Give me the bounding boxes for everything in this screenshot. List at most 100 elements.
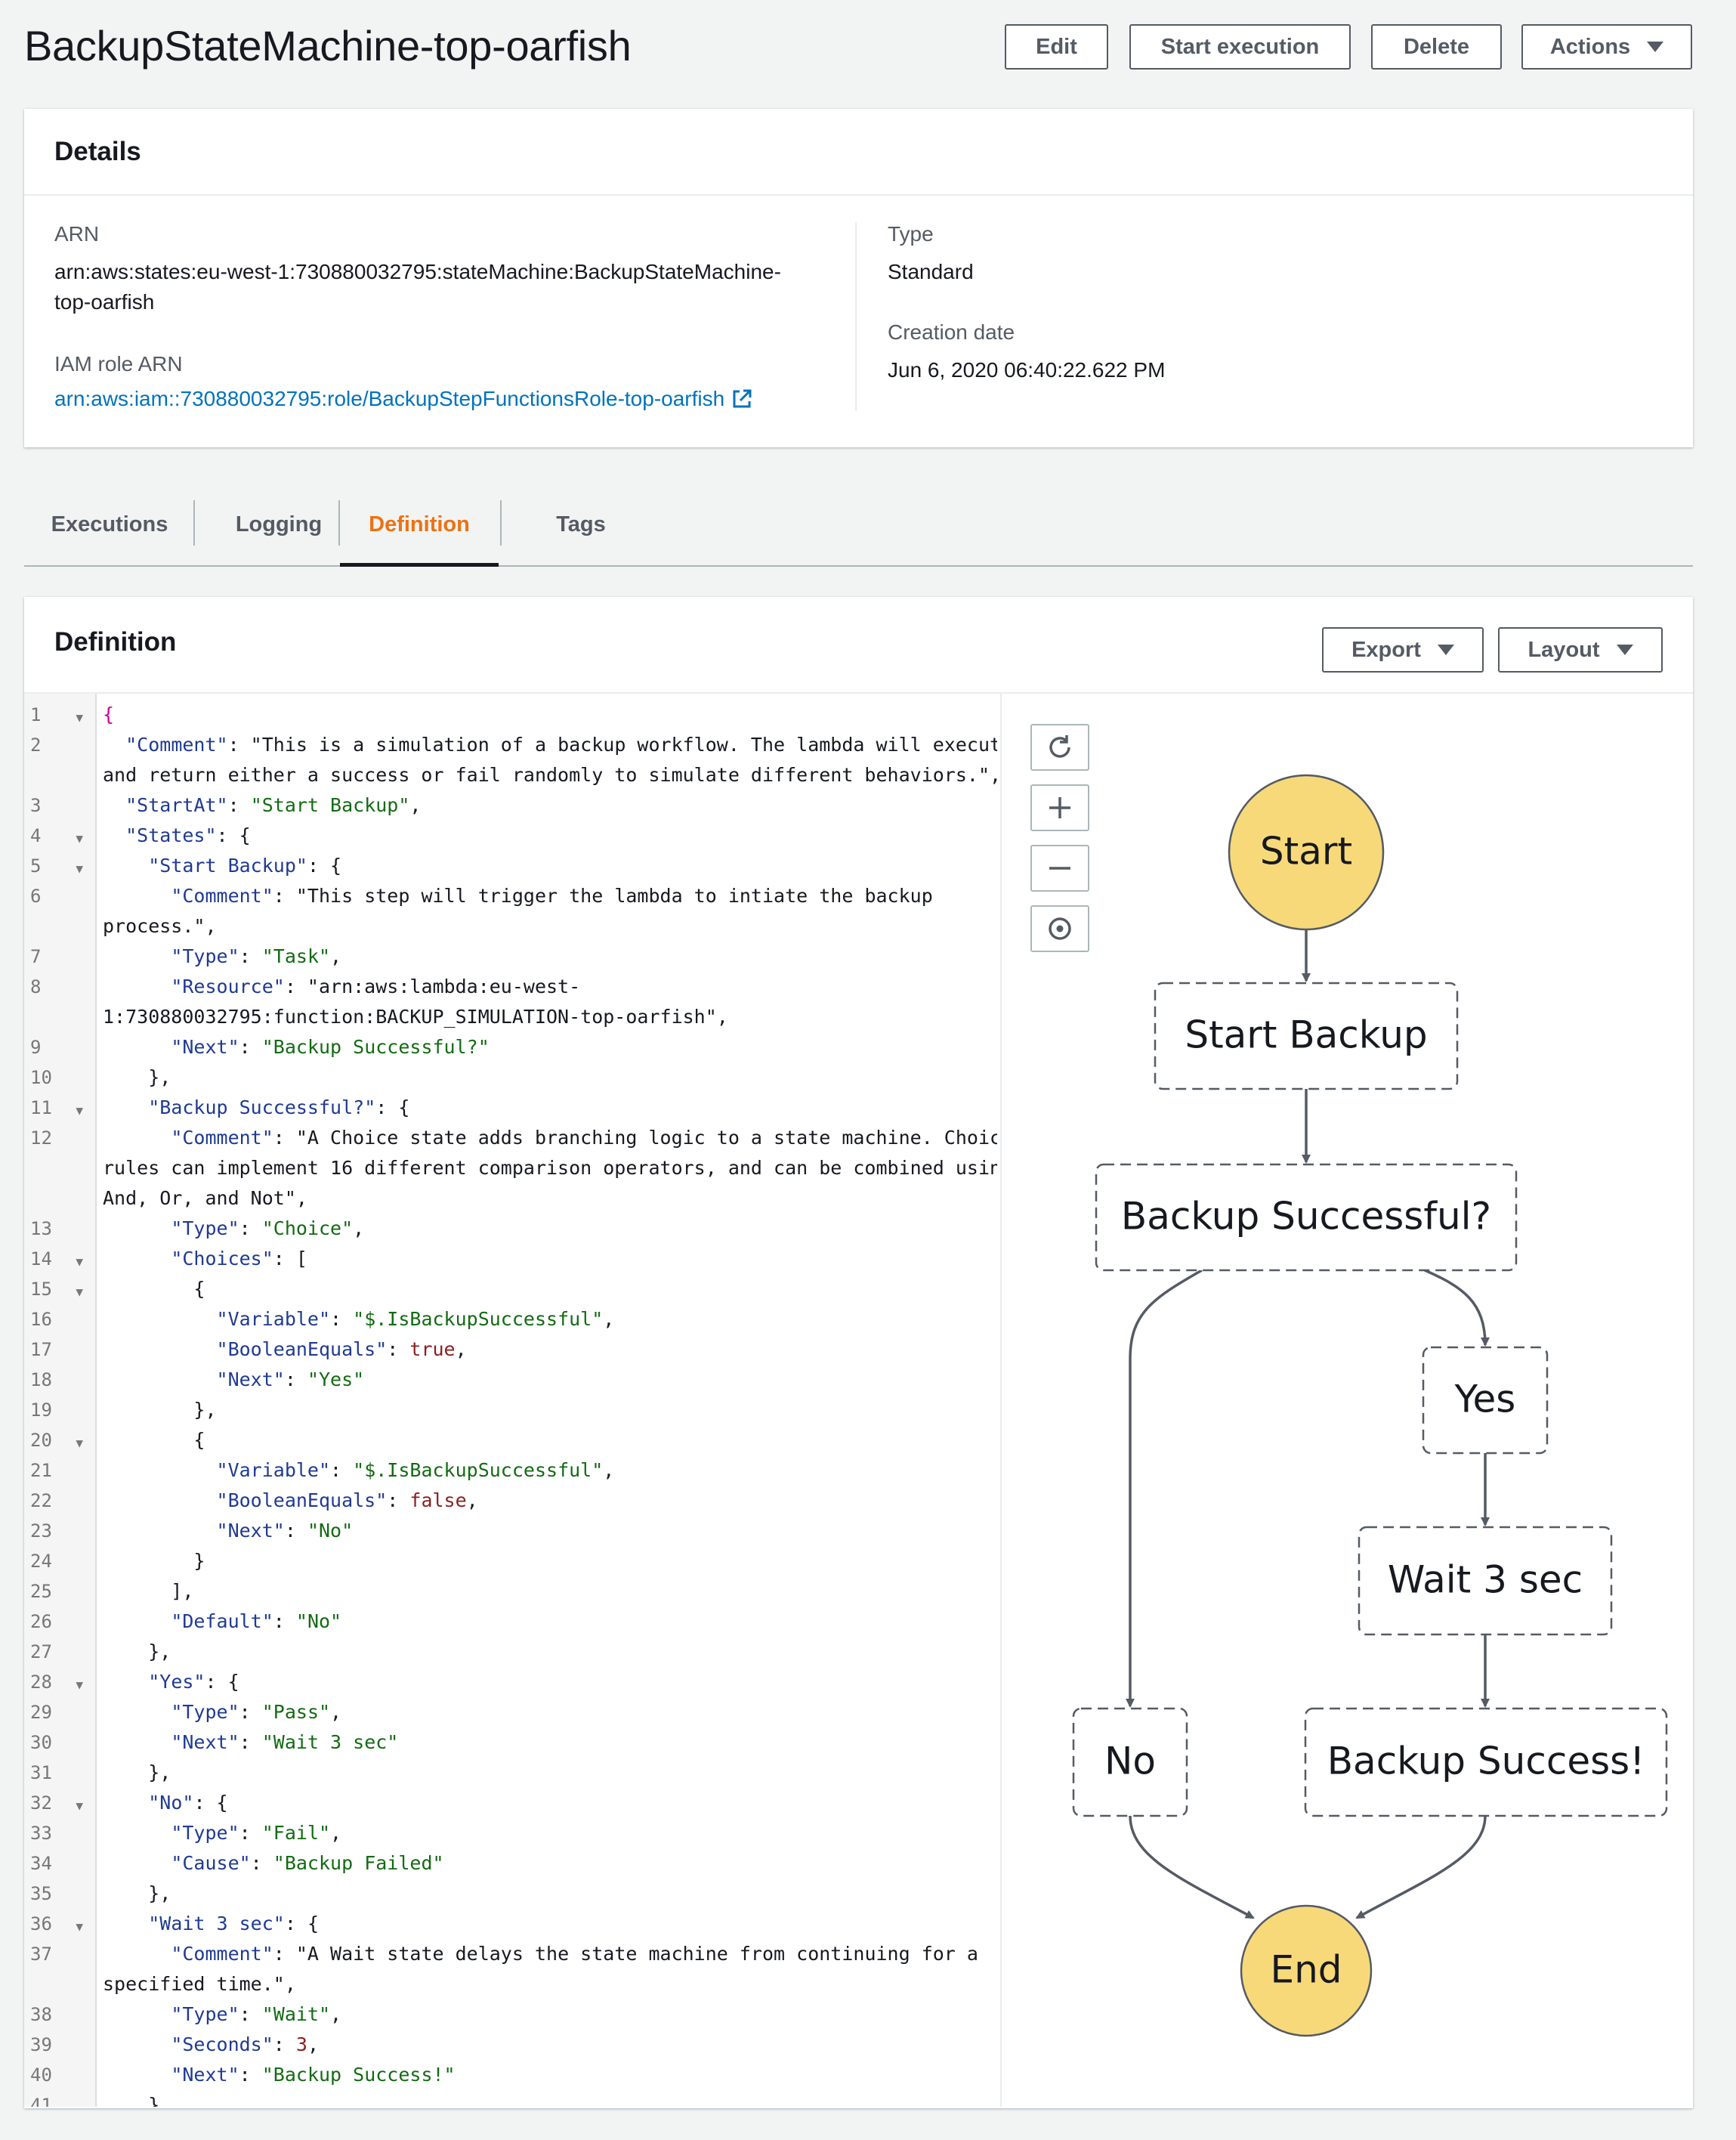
layout-dropdown-button[interactable]: Layout <box>1498 627 1663 673</box>
line-number-text: 18 <box>30 1369 52 1390</box>
details-panel: Details ARN arn:aws:states:eu-west-1:730… <box>24 109 1693 447</box>
line-number-text: 31 <box>30 1762 52 1783</box>
fold-arrow-icon[interactable]: ▼ <box>76 1791 83 1818</box>
line-number-text: 4 <box>30 825 42 846</box>
line-number: 28 ▼ <box>30 1667 83 1697</box>
edge-backup-successful-to-yes <box>1424 1269 1490 1347</box>
line-number: 14 ▼ <box>30 1244 83 1274</box>
code-line: { <box>103 1429 205 1451</box>
line-number: 18 <box>30 1365 83 1395</box>
actions-dropdown-button[interactable]: Actions <box>1521 24 1692 70</box>
workflow-graph[interactable]: Start Start Backup Backup Successful? Ye… <box>1000 694 1693 2107</box>
edit-button[interactable]: Edit <box>1005 24 1108 70</box>
code-line: "Variable": "$.IsBackupSuccessful", <box>216 1459 615 1481</box>
line-number-text: 5 <box>30 855 42 877</box>
export-dropdown-button[interactable]: Export <box>1322 627 1484 673</box>
code-line: and return either a success or fail rand… <box>103 764 997 786</box>
line-number: 21 <box>30 1455 83 1486</box>
line-number-text: 15 <box>30 1279 52 1300</box>
code-editor[interactable]: 1 ▼ 2 3 4 ▼ 5 ▼ 6 7 8 9 10 11 ▼ 12 13 14 ▼ 15 ▼ 16 17 18 19 20 ▼ 21… <box>24 694 997 2107</box>
line-number: 6 <box>30 881 83 911</box>
line-number: 1 ▼ <box>30 700 83 730</box>
line-number: 30 <box>30 1727 83 1758</box>
line-number: 19 <box>30 1395 83 1425</box>
line-number-text: 37 <box>30 1944 52 1965</box>
code-line: "Next": "Backup Successful?" <box>171 1036 490 1058</box>
edit-button-label: Edit <box>1036 34 1077 59</box>
line-number-text: 6 <box>30 886 42 907</box>
code-line: "States": { <box>125 824 251 846</box>
line-number: 10 <box>30 1062 83 1093</box>
delete-button[interactable]: Delete <box>1371 24 1502 70</box>
line-number: 4 ▼ <box>30 821 83 851</box>
code-line: "Wait 3 sec": { <box>148 1913 319 1934</box>
fold-arrow-icon[interactable]: ▼ <box>76 703 83 730</box>
code-line: "Next": "No" <box>216 1520 354 1542</box>
line-number-text: 21 <box>30 1460 52 1481</box>
line-number <box>30 760 83 790</box>
line-number: 36 ▼ <box>30 1909 83 1939</box>
code-line: "Type": "Wait", <box>171 2003 342 2025</box>
fold-arrow-icon[interactable]: ▼ <box>76 824 83 851</box>
fold-arrow-icon[interactable]: ▼ <box>76 1912 83 1939</box>
code-line: ], <box>103 1580 194 1602</box>
line-number-text: 29 <box>30 1702 52 1723</box>
tab-executions[interactable]: Executions <box>24 484 195 565</box>
caret-down-icon <box>1616 645 1633 655</box>
line-number <box>30 1153 83 1183</box>
line-number: 40 <box>30 2060 83 2090</box>
line-number: 7 <box>30 942 83 972</box>
iam-role-link[interactable]: arn:aws:iam::730880032795:role/BackupSte… <box>54 387 753 411</box>
tab-definition[interactable]: Definition <box>340 484 499 567</box>
tab-logging[interactable]: Logging <box>195 484 363 565</box>
line-number: 15 ▼ <box>30 1274 83 1304</box>
code-line: { <box>103 704 115 725</box>
backup-successful-node-label: Backup Successful? <box>1121 1195 1491 1239</box>
fold-arrow-icon[interactable]: ▼ <box>76 1428 83 1455</box>
page-title: BackupStateMachine-top-oarfish <box>24 22 632 70</box>
arn-label: ARN <box>54 222 100 246</box>
arn-value-line2: top-oarfish <box>54 290 155 314</box>
line-number-text: 7 <box>30 946 42 967</box>
code-line: "Backup Successful?": { <box>148 1096 410 1118</box>
line-number-text: 17 <box>30 1339 52 1360</box>
tab-tags[interactable]: Tags <box>502 484 660 565</box>
start-node-label: Start <box>1260 830 1352 874</box>
backup-success-node-label: Backup Success! <box>1327 1740 1645 1783</box>
line-number-text: 20 <box>30 1430 52 1451</box>
line-number-text: 41 <box>30 2095 52 2107</box>
arn-value-line1: arn:aws:states:eu-west-1:730880032795:st… <box>54 260 781 283</box>
line-number: 13 <box>30 1214 83 1244</box>
type-label: Type <box>888 222 934 246</box>
line-number-text: 26 <box>30 1611 52 1632</box>
export-label: Export <box>1351 637 1421 662</box>
line-number: 27 <box>30 1637 83 1667</box>
line-number: 2 <box>30 730 83 760</box>
iam-role-value: arn:aws:iam::730880032795:role/BackupSte… <box>54 387 725 410</box>
line-number: 17 <box>30 1334 83 1365</box>
line-number-text: 11 <box>30 1097 52 1118</box>
line-number: 38 <box>30 1999 83 2030</box>
fold-arrow-icon[interactable]: ▼ <box>76 1277 83 1304</box>
start-execution-button[interactable]: Start execution <box>1129 24 1351 70</box>
line-number-text: 23 <box>30 1520 52 1542</box>
code-line: "Next": "Yes" <box>216 1368 365 1390</box>
state-machine-diagram: Start Start Backup Backup Successful? Ye… <box>1072 774 1668 2037</box>
line-number: 25 <box>30 1576 83 1607</box>
details-heading-text: Details <box>54 136 141 166</box>
fold-arrow-icon[interactable]: ▼ <box>76 1247 83 1274</box>
code-line: "Yes": { <box>148 1671 239 1693</box>
fold-arrow-icon[interactable]: ▼ <box>76 1096 83 1123</box>
line-number: 20 ▼ <box>30 1425 83 1455</box>
type-value: Standard <box>888 260 974 283</box>
line-number: 41 <box>30 2090 83 2107</box>
fold-arrow-icon[interactable]: ▼ <box>76 1670 83 1697</box>
code-line: "Resource": "arn:aws:lambda:eu-west- <box>171 976 581 997</box>
no-node-label: No <box>1104 1740 1156 1783</box>
yes-node-label: Yes <box>1454 1378 1516 1421</box>
code-line: }, <box>103 1399 217 1421</box>
fold-arrow-icon[interactable]: ▼ <box>76 854 83 881</box>
line-number: 8 <box>30 972 83 1002</box>
line-number-text: 8 <box>30 976 42 997</box>
code-line: "Comment": "This is a simulation of a ba… <box>125 734 997 756</box>
